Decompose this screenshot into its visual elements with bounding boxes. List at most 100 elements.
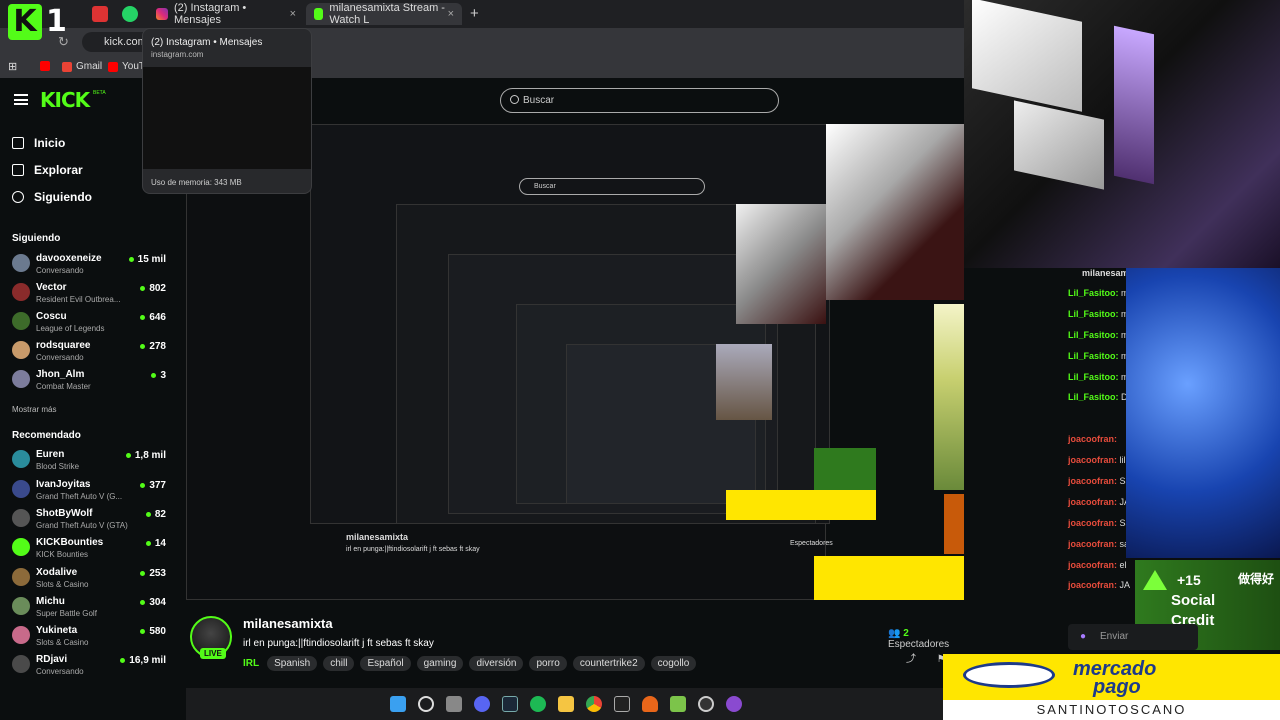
sidebar-channel[interactable]: davooxeneize Conversando 15 mil <box>12 250 166 278</box>
pinned-tab-icon[interactable] <box>92 6 108 22</box>
chat-input[interactable]: ● Enviar <box>1068 624 1198 650</box>
chat-user[interactable]: joacoofran: <box>1068 455 1117 465</box>
chat-message: joacoofran: <box>1068 434 1117 444</box>
sidebar-channel[interactable]: Xodalive Slots & Casino 253 <box>12 564 166 592</box>
nav-inicio[interactable]: Inicio <box>12 136 65 150</box>
bookmark-youtube-icon[interactable] <box>40 61 50 71</box>
tag[interactable]: cogollo <box>650 656 697 671</box>
tag[interactable]: countertrike2 <box>572 656 645 671</box>
microphone-icon[interactable] <box>642 696 658 712</box>
android-icon[interactable] <box>670 696 686 712</box>
tag[interactable]: Spanish <box>267 656 318 671</box>
category-link[interactable]: IRL <box>243 658 259 669</box>
sidebar-channel[interactable]: RDjavi Conversando 16,9 mil <box>12 651 166 679</box>
viewer-count: 304 <box>140 597 166 608</box>
viewer-count: 14 <box>146 538 166 549</box>
crowd-image <box>716 344 772 420</box>
sidebar-channel[interactable]: Euren Blood Strike 1,8 mil <box>12 446 166 474</box>
close-tab-icon[interactable]: × <box>290 8 296 20</box>
stream-info: LIVE milanesamixta irl en punga:||ftindi… <box>186 600 949 690</box>
kick-logo[interactable]: KICK <box>40 88 90 112</box>
tag[interactable]: diversión <box>469 656 524 671</box>
whatsapp-icon[interactable] <box>122 6 138 22</box>
chat-user[interactable]: Lil_Fasitoo: <box>1068 288 1119 298</box>
chat-user[interactable]: joacoofran: <box>1068 580 1117 590</box>
chat-user[interactable]: Lil_Fasitoo: <box>1068 330 1119 340</box>
bookmark-gmail[interactable]: Gmail <box>62 61 102 72</box>
sidebar-channel[interactable]: Michu Super Battle Golf 304 <box>12 593 166 621</box>
channel-name: IvanJoyitas <box>36 479 91 490</box>
chat-user[interactable]: joacoofran: <box>1068 560 1117 570</box>
nav-explorar[interactable]: Explorar <box>12 163 83 177</box>
stage-image <box>934 304 964 490</box>
sidebar-channel[interactable]: rodsquaree Conversando 278 <box>12 337 166 365</box>
streamer-name[interactable]: milanesamixta <box>243 616 333 631</box>
avatar <box>12 538 30 556</box>
tag[interactable]: chill <box>323 656 355 671</box>
tag[interactable]: Español <box>360 656 411 671</box>
close-tab-icon[interactable]: × <box>448 8 454 20</box>
app-icon[interactable] <box>726 696 742 712</box>
chat-input-placeholder: Enviar <box>1100 631 1129 642</box>
sidebar-channel[interactable]: KICKBounties KICK Bounties 14 <box>12 534 166 562</box>
nested-stream-title: irl en punga:||ftindiosolarift j ft seba… <box>346 546 480 553</box>
sidebar-channel[interactable]: ShotByWolf Grand Theft Auto V (GTA) 82 <box>12 505 166 533</box>
tab-instagram[interactable]: (2) Instagram • Mensajes × <box>148 2 304 26</box>
viewer-count: 15 mil <box>129 254 166 265</box>
sidebar-channel[interactable]: Coscu League of Legends 646 <box>12 308 166 336</box>
file-explorer-icon[interactable] <box>558 696 574 712</box>
search-input[interactable]: Buscar <box>500 88 779 113</box>
video-player[interactable]: Buscar milanesamixta irl en punga:||ftin… <box>186 124 964 600</box>
apps-icon[interactable]: ⊞ <box>8 60 17 73</box>
credit-cn-text: 做得好 <box>1237 572 1274 586</box>
tag[interactable]: porro <box>529 656 567 671</box>
home-icon <box>12 137 24 149</box>
channel-game: Combat Master <box>36 382 91 391</box>
obs-icon[interactable] <box>698 696 714 712</box>
tab-hover-preview: (2) Instagram • Mensajes instagram.com U… <box>142 28 312 194</box>
sidebar-channel[interactable]: Yukineta Slots & Casino 580 <box>12 622 166 650</box>
live-badge: LIVE <box>200 648 226 659</box>
menu-icon[interactable] <box>14 94 28 105</box>
chat-user[interactable]: Lil_Fasitoo: <box>1068 372 1119 382</box>
sidebar-channel[interactable]: Jhon_Alm Combat Master 3 <box>12 366 166 394</box>
credit-plus: +15 <box>1177 572 1201 588</box>
chat-user[interactable]: Lil_Fasitoo: <box>1068 309 1119 319</box>
chat-user[interactable]: joacoofran: <box>1068 518 1117 528</box>
share-icon[interactable]: ⤴ <box>906 654 916 665</box>
tag[interactable]: gaming <box>416 656 464 671</box>
task-view-icon[interactable] <box>446 696 462 712</box>
nested-search-input: Buscar <box>519 178 705 195</box>
spotify-icon[interactable] <box>530 696 546 712</box>
nav-siguiendo[interactable]: Siguiendo <box>12 190 92 204</box>
sidebar-channel[interactable]: Vector Resident Evil Outbrea... 802 <box>12 279 166 307</box>
chat-user[interactable]: joacoofran: <box>1068 539 1117 549</box>
new-tab-button[interactable]: + <box>470 5 479 22</box>
search-icon[interactable] <box>418 696 434 712</box>
chat-user[interactable]: joacoofran: <box>1068 434 1117 444</box>
channel-game: Slots & Casino <box>36 638 89 647</box>
audio-icon[interactable] <box>614 696 630 712</box>
show-more-link[interactable]: Mostrar más <box>12 405 56 414</box>
chat-user[interactable]: Lil_Fasitoo: <box>1068 392 1119 402</box>
avatar <box>12 283 30 301</box>
discord-icon[interactable] <box>474 696 490 712</box>
windows-start-icon[interactable] <box>390 696 406 712</box>
chrome-icon[interactable] <box>586 696 602 712</box>
channel-game: Grand Theft Auto V (GTA) <box>36 521 128 530</box>
viewer-counter: 👥 2 Espectadores ⤴ ⚑ <box>888 628 949 665</box>
channel-game: Slots & Casino <box>36 580 89 589</box>
chat-user[interactable]: joacoofran: <box>1068 497 1117 507</box>
stage-light <box>1114 25 1154 185</box>
viewer-count: 1,8 mil <box>126 450 166 461</box>
channel-name: Coscu <box>36 311 67 322</box>
tab-kick-stream[interactable]: milanesamixta Stream - Watch L × <box>306 2 462 26</box>
saxophone-overlay-image <box>1126 268 1280 558</box>
chat-user[interactable]: Lil_Fasitoo: <box>1068 351 1119 361</box>
steam-icon[interactable] <box>502 696 518 712</box>
chat-user[interactable]: joacoofran: <box>1068 476 1117 486</box>
search-icon <box>510 95 519 104</box>
sidebar-channel[interactable]: IvanJoyitas Grand Theft Auto V (G... 377 <box>12 476 166 504</box>
mercado-pago-overlay: mercado pago SANTINOTOSCANO <box>943 654 1280 720</box>
channel-game: Conversando <box>36 266 84 275</box>
